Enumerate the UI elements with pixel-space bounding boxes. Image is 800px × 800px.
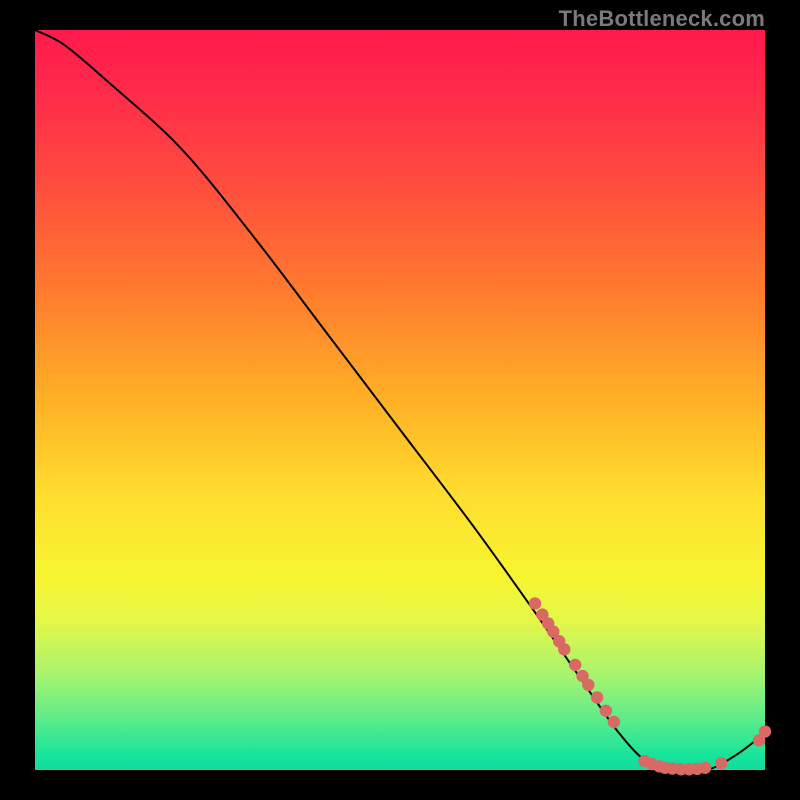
marker-dot	[759, 725, 771, 737]
curve-layer	[35, 30, 765, 770]
curve-path-group	[35, 30, 765, 771]
marker-dot	[582, 679, 594, 691]
chart-frame: TheBottleneck.com	[0, 0, 800, 800]
marker-dot	[558, 643, 570, 655]
marker-dot	[569, 659, 581, 671]
series-bottleneck-curve	[35, 30, 765, 771]
watermark-label: TheBottleneck.com	[559, 6, 765, 32]
marker-dot	[715, 757, 727, 769]
marker-dot	[529, 597, 541, 609]
marker-dot	[608, 716, 620, 728]
marker-group	[529, 597, 771, 775]
marker-dot	[600, 705, 612, 717]
marker-dot	[699, 762, 711, 774]
marker-dot	[591, 691, 603, 703]
